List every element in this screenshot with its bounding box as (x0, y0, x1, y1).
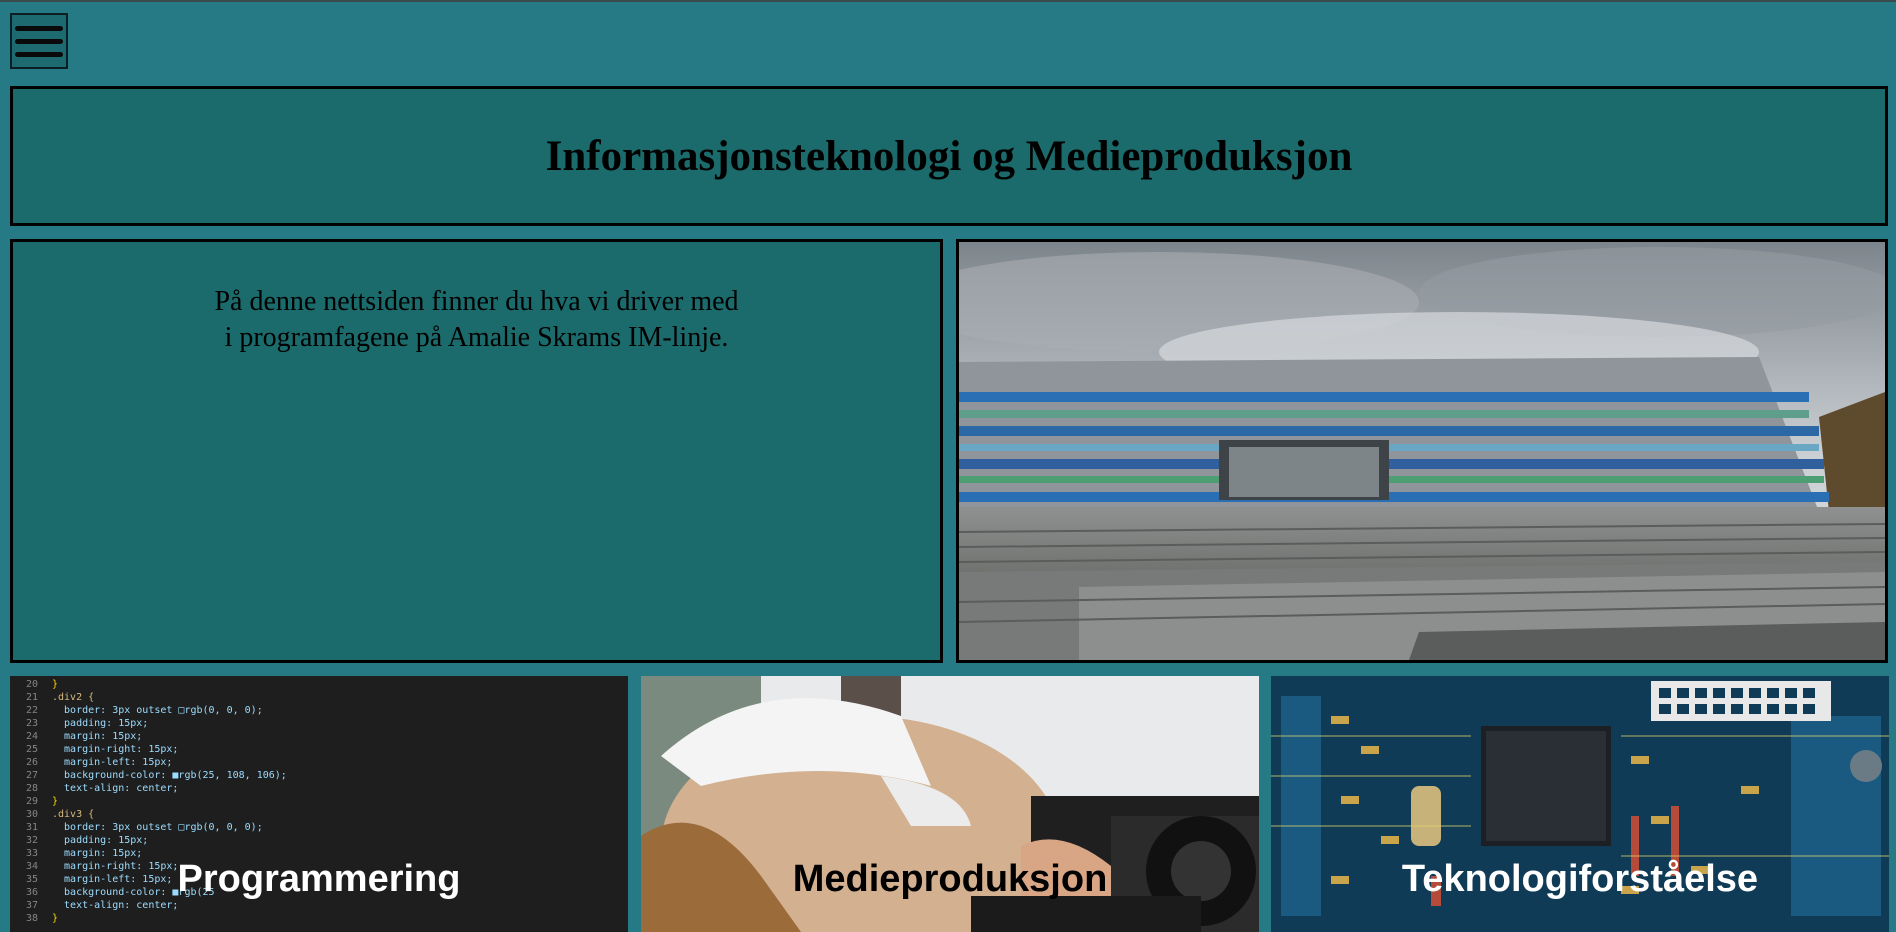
code-line: 31 border: 3px outset □rgb(0, 0, 0); (10, 821, 628, 834)
code-line-text: .div2 { (52, 692, 95, 703)
card-label: Programmering (177, 858, 461, 900)
code-line-text: padding: 15px; (52, 718, 149, 729)
header-banner: Informasjonsteknologi og Medieproduksjon (10, 86, 1888, 226)
code-line: 21 .div2 { (10, 691, 628, 704)
code-line-number: 22 (25, 705, 38, 716)
code-line-number: 31 (25, 822, 38, 833)
menu-bar (15, 51, 63, 57)
code-line: 25 margin-right: 15px; (10, 743, 628, 756)
top-border (0, 0, 1896, 2)
code-line-text: margin: 15px; (52, 731, 143, 742)
code-line-number: 26 (25, 757, 38, 768)
code-line-number: 24 (25, 731, 38, 742)
code-line: 28 text-align: center; (10, 782, 628, 795)
code-line: 29} (10, 795, 628, 808)
code-line-number: 32 (25, 835, 38, 846)
card-label: Teknologiforståelse (1401, 858, 1759, 900)
code-line-number: 28 (25, 783, 38, 794)
code-line: 30 .div3 { (10, 808, 628, 821)
code-line-text: margin-left: 15px; (52, 757, 173, 768)
code-line-text: text-align: center; (52, 783, 179, 794)
code-line: 22 border: 3px outset □rgb(0, 0, 0); (10, 704, 628, 717)
page-title: Informasjonsteknologi og Medieproduksjon (545, 132, 1353, 180)
code-line-text: } (52, 913, 59, 924)
school-building-image (956, 239, 1888, 663)
code-line-text: .div3 { (52, 809, 95, 820)
code-line: 26 margin-left: 15px; (10, 756, 628, 769)
code-line-number: 25 (25, 744, 38, 755)
code-line-number: 27 (25, 770, 38, 781)
hamburger-menu-button[interactable] (10, 13, 68, 69)
code-line-text: margin-right: 15px; (52, 744, 179, 755)
school-building-photo (959, 242, 1885, 660)
code-line-text: } (52, 796, 59, 807)
code-line-text: padding: 15px; (52, 835, 149, 846)
code-line-number: 29 (25, 796, 38, 807)
intro-panel: På denne nettsiden finner du hva vi driv… (10, 239, 943, 663)
card-programmering[interactable]: 20} 21 .div2 {22 border: 3px outset □rgb(0… (10, 676, 628, 932)
intro-text: På denne nettsiden finner du hva vi driv… (177, 284, 777, 356)
code-line-text: border: 3px outset □rgb(0, 0, 0); (52, 822, 263, 833)
intro-line-2: i programfagene på Amalie Skrams IM-linj… (224, 322, 729, 353)
code-line-text: border: 3px outset □rgb(0, 0, 0); (52, 705, 263, 716)
menu-bar (15, 25, 63, 31)
intro-line-1: På denne nettsiden finner du hva vi driv… (214, 286, 739, 317)
code-line: 38} (10, 912, 628, 925)
code-line: 24 margin: 15px; (10, 730, 628, 743)
code-line-number: 20 (25, 679, 38, 690)
code-line: 20} (10, 678, 628, 691)
code-line-number: 23 (25, 718, 38, 729)
code-line-number: 30 (25, 809, 38, 820)
card-teknologiforstaelse[interactable]: Teknologiforståelse (1271, 676, 1889, 932)
code-line: 23 padding: 15px; (10, 717, 628, 730)
code-line-text: } (52, 679, 59, 690)
menu-bar (15, 38, 63, 44)
code-line-number: 38 (25, 913, 38, 924)
code-line: 32 padding: 15px; (10, 834, 628, 847)
card-label: Medieproduksjon (792, 858, 1108, 900)
code-line: 27 background-color: ■rgb(25, 108, 106); (10, 769, 628, 782)
code-line-number: 21 (25, 692, 38, 703)
code-line-text: background-color: ■rgb(25, 108, 106); (52, 770, 287, 781)
card-medieproduksjon[interactable]: Medieproduksjon (641, 676, 1259, 932)
